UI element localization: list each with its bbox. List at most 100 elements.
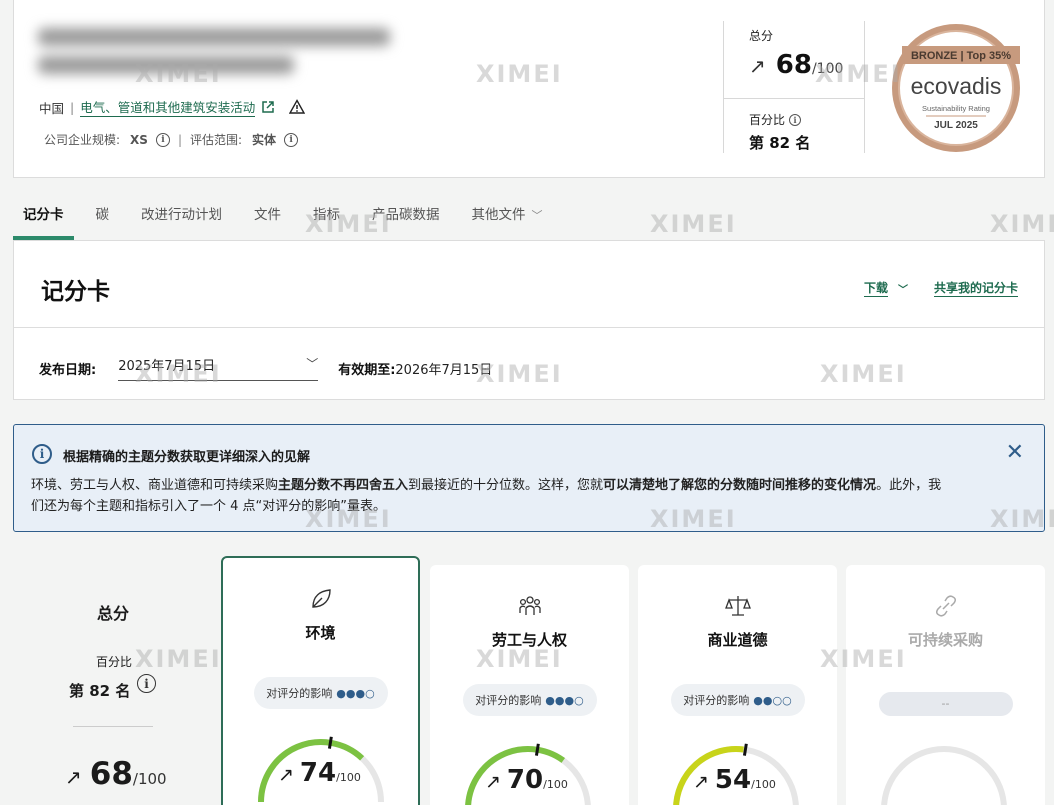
theme-name: 商业道德 — [707, 631, 768, 649]
company-meta: 中国 | 电气、管道和其他建筑安装活动 — [39, 97, 306, 117]
country-label: 中国 — [39, 100, 65, 116]
theme-card-labor-human-rights[interactable]: 劳工与人权 对评分的影响 ●●●○ ↗ 70 /100 — [430, 565, 629, 805]
impact-pill: 对评分的影响 ●●○○ — [670, 684, 805, 716]
separator: | — [70, 99, 75, 115]
trend-arrow-icon: ↗ — [693, 771, 709, 793]
impact-dots: ●●●○ — [545, 693, 584, 707]
theme-card-sustainable-procurement[interactable]: 可持续采购 -- — [846, 565, 1045, 805]
publish-date-label: 发布日期: — [39, 362, 97, 378]
banner-text: 环境、劳工与人权、商业道德和可持续采购 — [31, 478, 279, 493]
chevron-down-icon[interactable]: ﹀ — [898, 281, 908, 296]
valid-until-label: 有效期至: — [338, 362, 396, 378]
tab-product-carbon[interactable]: 产品碳数据 — [362, 204, 450, 240]
share-scorecard-link[interactable]: 共享我的记分卡 — [933, 279, 1018, 297]
tab-indicators[interactable]: 指标 — [303, 204, 350, 240]
trend-arrow-icon: ↗ — [278, 764, 294, 786]
page-title: 记分卡 — [41, 279, 110, 305]
tab-other-files[interactable]: 其他文件 ﹀ — [462, 204, 553, 240]
theme-card-ethics[interactable]: 商业道德 对评分的影响 ●●○○ ↗ 54 /100 — [638, 565, 837, 805]
company-size-row: 公司企业规模: XS i | 评估范围: 实体 i — [44, 131, 299, 148]
banner-text: 到最接近的十分位数。这样，您就 — [408, 478, 604, 493]
separator: | — [177, 132, 182, 147]
date-row: 发布日期: 2025年7月15日 ﹀ 有效期至: 2026年7月15日 — [39, 355, 492, 381]
divider — [73, 726, 153, 727]
medal-brand: ecovadis — [911, 73, 1002, 99]
close-icon[interactable]: ✕ — [1006, 440, 1024, 465]
watermark: XIMEI — [990, 210, 1054, 238]
info-icon[interactable]: i — [155, 132, 170, 147]
gauge-marker — [327, 736, 333, 749]
ecovadis-medal: BRONZE | Top 35% ecovadis Sustainability… — [892, 24, 1020, 152]
score-value: 74 — [299, 758, 337, 788]
impact-dots: ●●○○ — [753, 693, 792, 707]
info-banner: i 根据精确的主题分数获取更详细深入的见解 ✕ 环境、劳工与人权、商业道德和可持… — [13, 424, 1045, 532]
theme-score: ↗ 54 /100 — [693, 765, 776, 795]
info-icon[interactable]: i — [284, 132, 299, 147]
tab-action-plan[interactable]: 改进行动计划 — [131, 204, 232, 240]
info-icon[interactable]: i — [137, 674, 156, 693]
tab-scorecard[interactable]: 记分卡 — [13, 204, 74, 240]
scales-icon — [724, 596, 751, 616]
percentile-label: 百分比 — [749, 113, 786, 127]
watermark: XIMEI — [650, 210, 737, 238]
medal-tier: BRONZE — [911, 50, 957, 62]
external-link-icon[interactable] — [261, 100, 275, 114]
download-button[interactable]: 下载 — [863, 279, 888, 297]
theme-score: ↗ 74 /100 — [278, 758, 361, 788]
industry-link[interactable]: 电气、管道和其他建筑安装活动 — [80, 97, 256, 117]
impact-pill-empty: -- — [878, 692, 1013, 716]
size-label: 公司企业规模: — [44, 133, 121, 147]
scorecard-panel: 记分卡 下载 ﹀ 共享我的记分卡 发布日期: 2025年7月15日 ﹀ 有效期至… — [13, 240, 1045, 400]
divider — [724, 98, 864, 99]
impact-dots: ●●●○ — [336, 686, 375, 700]
warning-icon[interactable] — [289, 99, 306, 115]
info-icon[interactable]: i — [789, 113, 802, 126]
theme-card-environment[interactable]: 环境 对评分的影响 ●●●○ ↗ 74 /100 — [221, 556, 420, 805]
scorecard-actions: 下载 ﹀ 共享我的记分卡 — [863, 279, 1018, 297]
banner-emphasis: 可以清楚地了解您的分数随时间推移的变化情况 — [603, 478, 877, 493]
score-max: /100 — [751, 778, 776, 791]
chevron-down-icon: ﹀ — [306, 357, 319, 371]
medal-top: Top 35% — [967, 50, 1012, 62]
percentile-label-row: 百分比 i — [749, 111, 802, 128]
score-value: 54 — [714, 765, 752, 795]
score-max: /100 — [811, 61, 844, 77]
overall-title: 总分 — [97, 604, 130, 623]
percentile-rank: 第 82 名 — [69, 682, 131, 700]
scope-value: 实体 — [252, 133, 277, 147]
divider — [14, 327, 1044, 328]
trend-arrow-icon: ↗ — [65, 765, 82, 789]
company-name-redacted — [38, 28, 398, 80]
score-gauge — [881, 746, 1007, 805]
tab-documents[interactable]: 文件 — [244, 204, 291, 240]
tab-other-files-label: 其他文件 — [471, 207, 526, 223]
size-value: XS — [130, 132, 148, 147]
theme-name: 劳工与人权 — [491, 631, 567, 649]
overall-score-card: 总分 百分比 第 82 名 i ↗ 68 /100 — [13, 556, 213, 805]
info-icon: i — [32, 444, 52, 464]
valid-until-value: 2026年7月15日 — [395, 362, 493, 378]
company-header: 中国 | 电气、管道和其他建筑安装活动 公司企业规模: XS i | 评估范围:… — [13, 0, 1045, 178]
score-max: /100 — [336, 771, 361, 784]
impact-pill: 对评分的影响 ●●●○ — [253, 677, 388, 709]
banner-emphasis: 主题分数不再四舍五入 — [278, 478, 409, 493]
theme-name: 可持续采购 — [907, 631, 983, 649]
overall-score: ↗ 68 /100 — [65, 756, 167, 792]
gauge-marker — [534, 743, 540, 756]
impact-pill: 对评分的影响 ●●●○ — [462, 684, 597, 716]
publish-date-select[interactable]: 2025年7月15日 ﹀ — [118, 355, 319, 381]
divider — [864, 21, 865, 153]
percentile-label: 百分比 — [96, 655, 133, 669]
link-icon — [935, 595, 956, 617]
score-label: 总分 — [749, 29, 774, 43]
impact-label: 对评分的影响 — [475, 694, 542, 707]
scope-label: 评估范围: — [190, 133, 243, 147]
gauge-track — [881, 746, 1007, 805]
score-value: 70 — [506, 765, 544, 795]
score-value: 68 — [89, 756, 133, 792]
trend-arrow-icon: ↗ — [485, 771, 501, 793]
score-value: 68 — [775, 50, 812, 80]
people-icon — [518, 596, 541, 615]
tab-carbon[interactable]: 碳 — [86, 204, 120, 240]
percentile-rank: 第 82 名 — [749, 134, 811, 152]
